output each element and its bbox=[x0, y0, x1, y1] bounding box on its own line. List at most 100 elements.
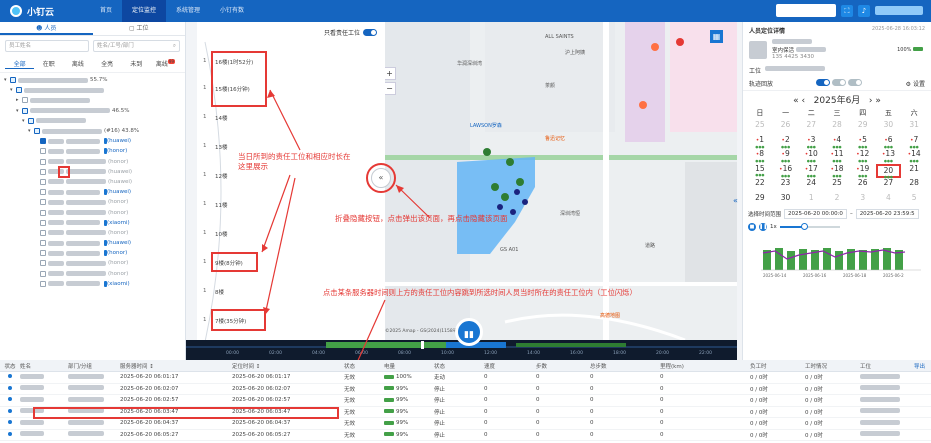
floor-8[interactable]: 1 8楼 bbox=[203, 288, 224, 296]
layers-icon[interactable]: ▦ bbox=[710, 30, 723, 43]
cal-day[interactable]: 2 bbox=[824, 193, 850, 208]
member-row[interactable]: (huawei) bbox=[4, 136, 181, 146]
cal-day[interactable]: 25 bbox=[824, 178, 850, 193]
person-search-input[interactable]: 姓名/工号/部门 ⌕ bbox=[93, 40, 180, 52]
member-row[interactable]: (honor) bbox=[4, 157, 181, 167]
member-row[interactable]: (honor) bbox=[4, 207, 181, 217]
floor-11[interactable]: 1 11楼 bbox=[203, 201, 228, 209]
collapse-toggle-button[interactable]: « bbox=[371, 168, 391, 188]
time-end-input[interactable]: 2025-06-20 23:59:5 bbox=[855, 209, 919, 219]
table-row[interactable]: 2025-06-20 06:01:17 2025-06-20 06:01:17 无效… bbox=[0, 372, 931, 384]
top-search-input[interactable] bbox=[776, 4, 836, 17]
tree-node[interactable]: ▸ bbox=[4, 95, 181, 105]
floor-13[interactable]: 1 13楼 bbox=[203, 143, 228, 151]
tab-personnel[interactable]: ☻ 人员 bbox=[0, 22, 93, 35]
col-server-time[interactable]: 服务器时间 ↕ bbox=[120, 362, 232, 370]
col-loc-time[interactable]: 定位时间 ↕ bbox=[232, 362, 344, 370]
member-row[interactable]: (honor) bbox=[4, 146, 181, 156]
cal-day[interactable]: 28 bbox=[824, 120, 850, 135]
cal-day[interactable]: 22 bbox=[747, 178, 773, 193]
cal-day[interactable]: 5 bbox=[901, 193, 927, 208]
nav-system-admin[interactable]: 系统管理 bbox=[166, 0, 210, 22]
toggle-switch[interactable] bbox=[363, 29, 377, 36]
nav-home[interactable]: 首页 bbox=[90, 0, 122, 22]
prev-year-icon[interactable]: « bbox=[793, 96, 799, 106]
cal-day[interactable]: •18 ●●● bbox=[824, 164, 850, 179]
export-button[interactable]: 导出 bbox=[914, 362, 925, 370]
cal-day[interactable]: •9 ●●● bbox=[773, 149, 799, 164]
status-on-duty[interactable]: 在职 bbox=[34, 59, 63, 69]
status-offline-2[interactable]: 离线99 bbox=[151, 59, 180, 69]
table-row[interactable]: 2025-06-20 06:02:07 2025-06-20 06:02:07 无效… bbox=[0, 384, 931, 395]
cal-day[interactable]: •16 ●●● bbox=[773, 164, 799, 179]
cal-day[interactable]: 24 bbox=[798, 178, 824, 193]
status-lit[interactable]: 全亮 bbox=[93, 59, 122, 69]
table-row[interactable]: 2025-06-20 06:05:27 2025-06-20 06:05:27 无效… bbox=[0, 430, 931, 441]
table-row[interactable]: 2025-06-20 06:04:37 2025-06-20 06:04:37 无效… bbox=[0, 418, 931, 430]
cal-day[interactable]: 27 bbox=[876, 178, 902, 193]
time-start-input[interactable]: 2025-06-20 00:00:0 bbox=[784, 209, 847, 219]
cal-day[interactable]: •12 ●●● bbox=[850, 149, 876, 164]
cal-day[interactable]: 26 bbox=[773, 120, 799, 135]
toggle-c[interactable] bbox=[848, 79, 863, 86]
stop-icon[interactable]: ■ bbox=[748, 223, 756, 231]
member-row[interactable]: (huawei) bbox=[4, 187, 181, 197]
cal-day[interactable]: 23 bbox=[773, 178, 799, 193]
member-row[interactable]: (xiaomi) bbox=[4, 279, 181, 289]
cal-day[interactable]: 28 bbox=[901, 178, 927, 193]
nav-location-monitor[interactable]: 定位监控 bbox=[122, 0, 167, 22]
cal-day[interactable]: •3 ●●● bbox=[798, 135, 824, 150]
cal-day[interactable]: 30 bbox=[876, 120, 902, 135]
cal-day[interactable]: •6 ●●● bbox=[876, 135, 902, 150]
member-row[interactable]: (huawei) bbox=[4, 238, 181, 248]
cal-day[interactable]: •4 ●●● bbox=[824, 135, 850, 150]
tree-node[interactable]: ▾ 55.7% bbox=[4, 75, 181, 85]
tree-node[interactable]: ▾ 46.5% bbox=[4, 106, 181, 116]
play-pause-button[interactable]: ▮▮ bbox=[455, 318, 483, 346]
fullscreen-icon[interactable]: ⛶ bbox=[841, 4, 853, 17]
member-row[interactable]: (xiaomi) bbox=[4, 218, 181, 228]
cal-day[interactable]: 21 bbox=[901, 164, 927, 179]
prev-month-icon[interactable]: ‹ bbox=[801, 96, 805, 106]
status-absent[interactable]: 未到 bbox=[122, 59, 151, 69]
zoom-out-button[interactable]: − bbox=[385, 82, 396, 95]
member-row[interactable]: (honor) bbox=[4, 269, 181, 279]
cal-day[interactable]: 26 bbox=[850, 178, 876, 193]
bell-icon[interactable]: ♪ bbox=[858, 4, 870, 17]
tree-node[interactable]: ▾ bbox=[4, 116, 181, 126]
floor-14[interactable]: 1 14楼 bbox=[203, 114, 228, 122]
member-row[interactable]: (huawei) bbox=[4, 177, 181, 187]
cal-day[interactable]: •2 ●●● bbox=[773, 135, 799, 150]
cal-day[interactable]: •8 ●●● bbox=[747, 149, 773, 164]
cal-day-selected[interactable]: 20 ●●● bbox=[875, 163, 902, 179]
member-row[interactable]: (huawei) bbox=[4, 167, 181, 177]
cal-day[interactable]: •5 ●●● bbox=[850, 135, 876, 150]
cal-day[interactable]: 3 bbox=[850, 193, 876, 208]
cal-day[interactable]: 27 bbox=[798, 120, 824, 135]
pause-icon[interactable]: ❚❚ bbox=[759, 223, 767, 231]
responsible-only-toggle[interactable]: 只看责任工位 bbox=[324, 28, 377, 37]
app-logo[interactable]: 小钉云 bbox=[0, 5, 90, 18]
zoom-in-button[interactable]: + bbox=[385, 67, 396, 80]
nav-data[interactable]: 小钉有数 bbox=[210, 0, 254, 22]
cal-day[interactable]: 29 bbox=[747, 193, 773, 208]
cal-day[interactable]: 1 bbox=[798, 193, 824, 208]
cal-day[interactable]: 30 bbox=[773, 193, 799, 208]
user-menu[interactable] bbox=[875, 6, 923, 15]
settings-button[interactable]: ⚙ 设置 bbox=[906, 79, 925, 88]
member-row[interactable]: (honor) bbox=[4, 197, 181, 207]
cal-day[interactable]: •14 ●●● bbox=[901, 149, 927, 164]
tab-workstation[interactable]: ▢ 工位 bbox=[93, 22, 186, 35]
right-collapse-icon[interactable]: « bbox=[733, 196, 738, 205]
toggle-b[interactable] bbox=[832, 79, 847, 86]
cal-day[interactable]: •1 ●●● bbox=[747, 135, 773, 150]
cal-day[interactable]: •10 ●●● bbox=[798, 149, 824, 164]
next-year-icon[interactable]: » bbox=[875, 96, 881, 106]
cal-day[interactable]: •19 ●●● bbox=[850, 164, 876, 179]
cal-day[interactable]: •11 ●●● bbox=[824, 149, 850, 164]
tree-node[interactable]: ▾ (#16) 43.8% bbox=[4, 126, 181, 136]
cal-day[interactable]: 4 bbox=[876, 193, 902, 208]
status-all[interactable]: 全部 bbox=[5, 59, 35, 69]
cal-day[interactable]: 29 bbox=[850, 120, 876, 135]
floor-12[interactable]: 1 12楼 bbox=[203, 172, 228, 180]
